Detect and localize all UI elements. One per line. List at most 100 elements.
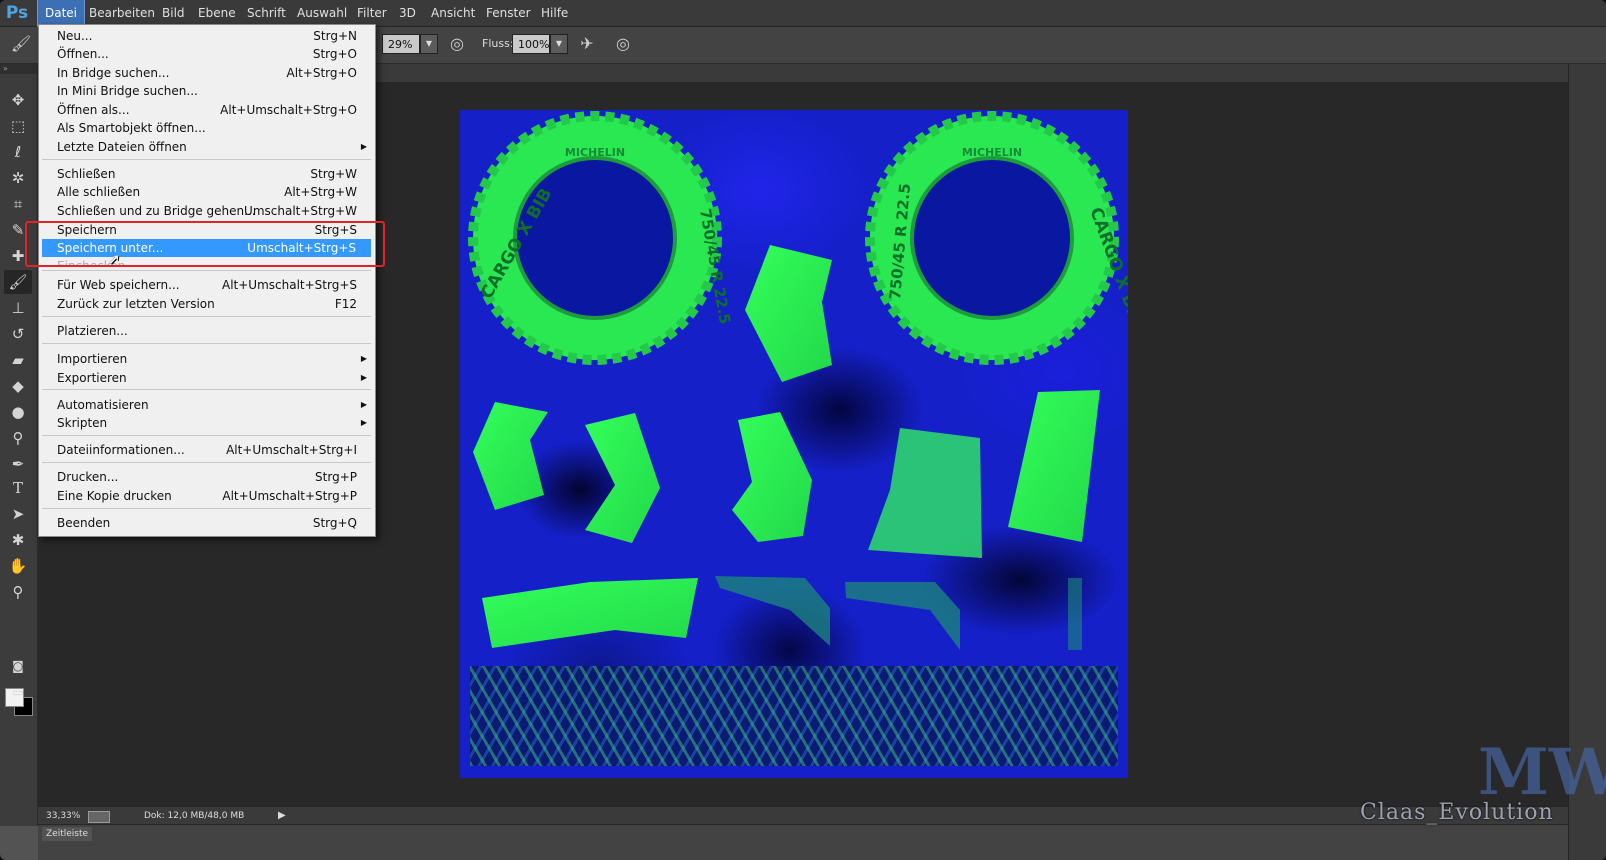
file-menu-dropdown: Neu... Strg+N Öffnen... Strg+O In Bridge s… <box>38 24 376 537</box>
status-proof-icon <box>88 811 110 823</box>
menu-bar: Ps Datei Bearbeiten Bild Ebene Schrift A… <box>0 0 1606 27</box>
magic-wand-icon[interactable]: ✲ <box>4 166 32 190</box>
menu-item-open-smart-object[interactable]: Als Smartobjekt öffnen... <box>39 119 375 137</box>
menu-ansicht[interactable]: Ansicht <box>424 0 482 26</box>
toolbox-collapse-icon[interactable]: » <box>0 64 37 74</box>
dodge-tool-icon[interactable]: ⚲ <box>4 426 32 450</box>
menu-item-close-go-bridge[interactable]: Schließen und zu Bridge gehen... Umschalt… <box>39 202 375 220</box>
submenu-arrow-icon: ▶ <box>360 418 367 427</box>
menu-auswahl[interactable]: Auswahl <box>290 0 354 26</box>
menu-item-browse-mini-bridge[interactable]: In Mini Bridge suchen... <box>39 82 375 100</box>
menu-separator <box>42 435 371 436</box>
document-canvas[interactable]: MICHELIN CARGO X BIB 750/45 R 22.5 MICHE… <box>460 110 1128 778</box>
menu-item-import[interactable]: Importieren ▶ <box>39 350 375 368</box>
uv-island-5 <box>868 428 982 558</box>
status-menu-arrow-icon[interactable]: ▶ <box>278 807 286 825</box>
lasso-tool-icon[interactable]: ℓ <box>4 140 32 164</box>
uv-island-3 <box>585 413 660 543</box>
uv-island-10 <box>1068 578 1082 650</box>
pen-tool-icon[interactable]: ✒ <box>4 452 32 476</box>
menu-separator <box>42 508 371 509</box>
menu-separator <box>42 270 371 271</box>
path-selection-icon[interactable]: ➤ <box>4 502 32 526</box>
uv-island-9 <box>845 582 960 650</box>
crop-tool-icon[interactable]: ⌗ <box>4 192 32 216</box>
paint-bucket-icon[interactable]: ◆ <box>4 374 32 398</box>
pressure-opacity-icon[interactable]: ◎ <box>446 33 468 55</box>
menu-fenster[interactable]: Fenster <box>479 0 538 26</box>
menu-item-open[interactable]: Öffnen... Strg+O <box>39 45 375 63</box>
submenu-arrow-icon: ▶ <box>360 354 367 363</box>
menu-item-save-for-web[interactable]: Für Web speichern... Alt+Umschalt+Strg+S <box>39 276 375 294</box>
menu-item-browse-bridge[interactable]: In Bridge suchen... Alt+Strg+O <box>39 64 375 82</box>
menu-separator <box>42 343 371 344</box>
toolbox: » ✥ ⬚ ℓ ✲ ⌗ ✎ ✚ 🖌 ⊥ ↺ ▰ ◆ ● ⚲ ✒ T ➤ ✱ ✋ … <box>0 64 38 826</box>
airbrush-icon[interactable]: ✈ <box>576 33 598 55</box>
menu-item-export[interactable]: Exportieren ▶ <box>39 369 375 387</box>
menu-ebene[interactable]: Ebene <box>191 0 243 26</box>
menu-item-revert[interactable]: Zurück zur letzten Version F12 <box>39 295 375 313</box>
menu-item-file-info[interactable]: Dateiinformationen... Alt+Umschalt+Strg+I <box>39 441 375 459</box>
menu-item-new[interactable]: Neu... Strg+N <box>39 27 375 45</box>
type-tool-icon[interactable]: T <box>4 476 32 500</box>
highlight-annotation-frame <box>25 221 385 267</box>
menu-3d[interactable]: 3D <box>392 0 423 26</box>
marquee-tool-icon[interactable]: ⬚ <box>4 114 32 138</box>
watermark-text: Claas_Evolution <box>1360 800 1554 825</box>
hand-tool-icon[interactable]: ✋ <box>4 554 32 578</box>
uv-island-7 <box>482 578 698 648</box>
uv-island-4 <box>732 412 812 542</box>
brush-tool-icon[interactable]: 🖌 <box>4 270 32 294</box>
menu-item-close[interactable]: Schließen Strg+W <box>39 165 375 183</box>
watermark-logo: MW <box>1478 735 1606 810</box>
quick-mask-icon[interactable]: ◙ <box>4 654 32 678</box>
opacity-field[interactable]: 29% <box>382 34 420 54</box>
clone-stamp-icon[interactable]: ⊥ <box>4 296 32 320</box>
opacity-dropdown[interactable]: ▼ <box>420 34 438 54</box>
timeline-tab[interactable]: Zeitleiste <box>42 827 93 841</box>
menu-bearbeiten[interactable]: Bearbeiten <box>82 0 162 26</box>
tire-texture-right: MICHELIN CARGO X BIB 750/45 R 22.5 <box>865 111 1128 365</box>
tire-brand-right: MICHELIN <box>962 146 1022 159</box>
history-brush-icon[interactable]: ↺ <box>4 322 32 346</box>
flow-field[interactable]: 100% <box>512 34 550 54</box>
menu-item-place[interactable]: Platzieren... <box>39 322 375 340</box>
menu-item-scripts[interactable]: Skripten ▶ <box>39 414 375 432</box>
menu-item-exit[interactable]: Beenden Strg+Q <box>39 514 375 532</box>
menu-schrift[interactable]: Schrift <box>240 0 293 26</box>
uv-island-8 <box>715 576 830 646</box>
photoshop-logo: Ps <box>5 3 29 23</box>
status-bar: 33,33% Dok: 12,0 MB/48,0 MB ▶ <box>38 806 1568 825</box>
menu-item-automate[interactable]: Automatisieren ▶ <box>39 396 375 414</box>
submenu-arrow-icon: ▶ <box>360 373 367 382</box>
submenu-arrow-icon: ▶ <box>360 400 367 409</box>
move-tool-icon[interactable]: ✥ <box>4 88 32 112</box>
blur-tool-icon[interactable]: ● <box>4 400 32 424</box>
photoshop-window: Ps Datei Bearbeiten Bild Ebene Schrift A… <box>0 0 1606 860</box>
pressure-size-icon[interactable]: ◎ <box>612 33 634 55</box>
uv-island-1 <box>745 245 832 382</box>
menu-filter[interactable]: Filter <box>350 0 394 26</box>
menu-item-open-recent[interactable]: Letzte Dateien öffnen ▶ <box>39 138 375 156</box>
menu-item-print[interactable]: Drucken... Strg+P <box>39 468 375 486</box>
zoom-tool-icon[interactable]: ⚲ <box>4 580 32 604</box>
tire-tread-strip <box>470 666 1118 766</box>
menu-bild[interactable]: Bild <box>155 0 192 26</box>
menu-separator <box>42 462 371 463</box>
zoom-level[interactable]: 33,33% <box>46 807 80 825</box>
eraser-icon[interactable]: ▰ <box>4 348 32 372</box>
menu-item-close-all[interactable]: Alle schließen Alt+Strg+W <box>39 183 375 201</box>
menu-datei[interactable]: Datei <box>36 0 86 27</box>
shape-tool-icon[interactable]: ✱ <box>4 528 32 552</box>
mouse-cursor-icon: ➚ <box>108 250 121 268</box>
menu-item-print-one-copy[interactable]: Eine Kopie drucken Alt+Umschalt+Strg+P <box>39 487 375 505</box>
menu-separator <box>42 316 371 317</box>
screen-mode-icon[interactable]: ▭ <box>4 680 32 704</box>
brush-preset-icon[interactable]: 🖌 <box>10 33 32 55</box>
menu-separator <box>42 159 371 160</box>
menu-hilfe[interactable]: Hilfe <box>534 0 575 26</box>
uv-island-2 <box>473 402 548 510</box>
menu-item-open-as[interactable]: Öffnen als... Alt+Umschalt+Strg+O <box>39 101 375 119</box>
flow-dropdown[interactable]: ▼ <box>550 34 568 54</box>
uv-island-6 <box>1008 390 1100 542</box>
